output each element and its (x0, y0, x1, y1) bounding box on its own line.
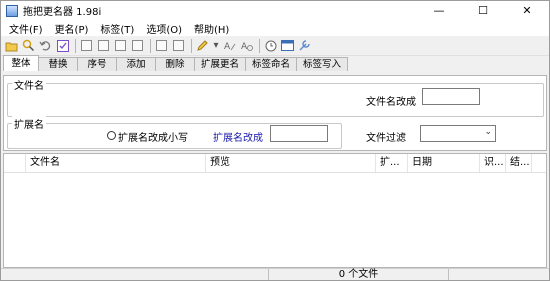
checkbox-icon[interactable] (55, 38, 70, 53)
svg-text:A: A (224, 42, 231, 52)
column-preview[interactable]: 预览 (206, 154, 376, 172)
dropdown-icon[interactable]: ▾ (212, 38, 220, 53)
open-folder-icon[interactable] (4, 38, 19, 53)
app-icon (6, 4, 18, 17)
document-icon[interactable] (154, 38, 169, 53)
file-list-header: 文件名 预览 扩... 日期 识... 结... (4, 154, 546, 173)
tab-overall[interactable]: 整体 (3, 55, 39, 71)
filename-case-field[interactable] (422, 88, 480, 105)
window-controls: — ☐ ✕ (417, 1, 549, 20)
tab-tag-writing[interactable]: 标签写入 (296, 57, 348, 71)
wrench-icon[interactable] (297, 38, 312, 53)
svg-text:A: A (241, 42, 248, 52)
status-file-count: 0 个文件 (269, 269, 449, 280)
column-id[interactable]: 识... (480, 154, 506, 172)
copy-icon[interactable] (79, 38, 94, 53)
status-bar: 0 个文件 (1, 268, 549, 280)
paste-2-icon[interactable] (130, 38, 145, 53)
extension-group-label: 扩展名 (12, 116, 46, 131)
column-date[interactable]: 日期 (408, 154, 480, 172)
copy-2-icon[interactable] (113, 38, 128, 53)
menu-tags[interactable]: 标签(T) (94, 21, 140, 36)
paste-icon[interactable] (96, 38, 111, 53)
maximize-button[interactable]: ☐ (461, 1, 505, 20)
ext-lowercase-label[interactable]: 扩展名改成小写 (118, 129, 188, 144)
filename-group-label: 文件名 (12, 77, 46, 92)
menu-help[interactable]: 帮助(H) (188, 21, 235, 36)
toolbar-separator (75, 38, 76, 53)
rename-filter-icon[interactable]: A (239, 38, 254, 53)
menu-rename[interactable]: 更名(P) (49, 21, 95, 36)
toolbar-separator (150, 38, 151, 53)
overall-panel: 文件名 文件名改成 扩展名 扩展名改成小写 扩展名改成 文件过滤 ⌄ (3, 75, 547, 151)
document-2-icon[interactable] (171, 38, 186, 53)
toolbar: ▾ A A (1, 36, 549, 56)
tab-sequence[interactable]: 序号 (77, 57, 117, 71)
undo-icon[interactable] (38, 38, 53, 53)
toolbar-separator (191, 38, 192, 53)
tab-replace[interactable]: 替换 (38, 57, 78, 71)
search-icon[interactable] (21, 38, 36, 53)
filename-case-label: 文件名改成 (366, 97, 416, 108)
window-icon[interactable] (280, 38, 295, 53)
tab-tag-naming[interactable]: 标签命名 (245, 57, 297, 71)
app-window: 拖把更名器 1.98i — ☐ ✕ 文件(F) 更名(P) 标签(T) 选项(O… (0, 0, 550, 281)
ext-lowercase-radio[interactable] (107, 131, 116, 140)
status-right (449, 269, 539, 280)
chevron-down-icon: ⌄ (484, 127, 492, 137)
tab-delete[interactable]: 删除 (155, 57, 195, 71)
column-spacer (4, 154, 26, 172)
file-filter-label: 文件过滤 (366, 133, 406, 144)
column-result[interactable]: 结... (506, 154, 532, 172)
menu-bar: 文件(F) 更名(P) 标签(T) 选项(O) 帮助(H) (1, 20, 549, 36)
rename-icon[interactable]: A (222, 38, 237, 53)
title-bar: 拖把更名器 1.98i — ☐ ✕ (1, 1, 549, 20)
menu-file[interactable]: 文件(F) (3, 21, 49, 36)
tab-add[interactable]: 添加 (116, 57, 156, 71)
tab-strip: 整体 替换 序号 添加 删除 扩展更名 标签命名 标签写入 (1, 55, 549, 71)
clock-icon[interactable] (263, 38, 278, 53)
file-list[interactable]: 文件名 预览 扩... 日期 识... 结... (3, 153, 547, 268)
minimize-button[interactable]: — (417, 1, 461, 20)
file-filter-select[interactable]: ⌄ (420, 125, 496, 142)
highlighter-icon[interactable] (195, 38, 210, 53)
status-left (1, 269, 269, 280)
menu-options[interactable]: 选项(O) (140, 21, 188, 36)
ext-change-label: 扩展名改成 (213, 133, 263, 144)
column-filename[interactable]: 文件名 (26, 154, 206, 172)
window-title: 拖把更名器 1.98i (23, 7, 102, 18)
toolbar-separator (259, 38, 260, 53)
column-extension[interactable]: 扩... (376, 154, 408, 172)
close-button[interactable]: ✕ (505, 1, 549, 20)
tab-extension-rename[interactable]: 扩展更名 (194, 57, 246, 71)
ext-change-field[interactable] (270, 125, 328, 142)
